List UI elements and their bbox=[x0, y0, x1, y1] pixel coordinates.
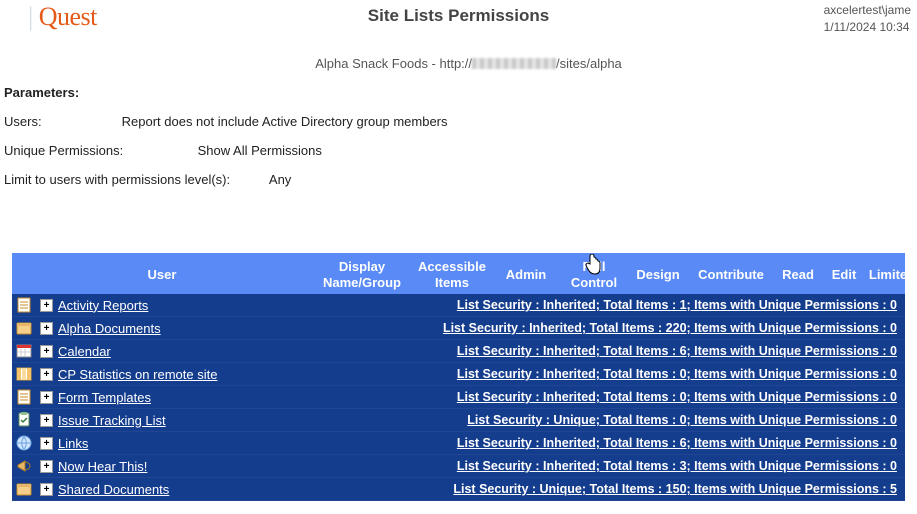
calendar-icon bbox=[16, 343, 32, 359]
col-read[interactable]: Read bbox=[774, 267, 822, 283]
table-row: + CP Statistics on remote site List Securi… bbox=[12, 363, 905, 386]
list-name-cell: Activity Reports bbox=[58, 298, 316, 313]
table-row: + Now Hear This! List Security : Inherited… bbox=[12, 455, 905, 478]
col-design[interactable]: Design bbox=[628, 267, 688, 283]
list-name-cell: Calendar bbox=[58, 344, 316, 359]
user-name: axcelertest\jame bbox=[824, 2, 911, 19]
table-row: + Shared Documents List Security : Unique;… bbox=[12, 478, 905, 501]
list-name-link[interactable]: Issue Tracking List bbox=[58, 413, 166, 428]
list-security-summary[interactable]: List Security : Inherited; Total Items :… bbox=[316, 436, 901, 450]
list-name-cell: Links bbox=[58, 436, 316, 451]
user-info: axcelertest\jame 1/11/2024 10:34 bbox=[824, 2, 911, 36]
expand-toggle[interactable]: + bbox=[40, 299, 53, 312]
list-security-summary[interactable]: List Security : Unique; Total Items : 15… bbox=[316, 482, 901, 496]
table-row: + Activity Reports List Security : Inherit… bbox=[12, 294, 905, 317]
list-name-link[interactable]: Calendar bbox=[58, 344, 111, 359]
list-security-summary[interactable]: List Security : Inherited; Total Items :… bbox=[316, 459, 901, 473]
table-row: + Form Templates List Security : Inherited… bbox=[12, 386, 905, 409]
expand-toggle[interactable]: + bbox=[40, 368, 53, 381]
report-list-icon bbox=[16, 389, 32, 405]
list-name-link[interactable]: Form Templates bbox=[58, 390, 151, 405]
list-name-cell: CP Statistics on remote site bbox=[58, 367, 316, 382]
param-limit-label: Limit to users with permissions level(s)… bbox=[4, 172, 266, 187]
list-name-link[interactable]: CP Statistics on remote site bbox=[58, 367, 217, 382]
col-full-control[interactable]: Full Control bbox=[560, 259, 628, 290]
table-header-row: User Display Name/Group Accessible Items… bbox=[12, 253, 905, 294]
list-name-cell: Issue Tracking List bbox=[58, 413, 316, 428]
param-unique-perm-label: Unique Permissions: bbox=[4, 143, 194, 158]
parameters-heading: Parameters: bbox=[4, 85, 913, 100]
list-name-link[interactable]: Activity Reports bbox=[58, 298, 148, 313]
columns-icon bbox=[16, 366, 32, 382]
redacted-host bbox=[472, 58, 556, 69]
expand-toggle[interactable]: + bbox=[40, 322, 53, 335]
param-users-value: Report does not include Active Directory… bbox=[122, 114, 448, 129]
permissions-table: User Display Name/Group Accessible Items… bbox=[12, 253, 905, 501]
param-unique-perm-value: Show All Permissions bbox=[198, 143, 322, 158]
param-users-label: Users: bbox=[4, 114, 118, 129]
col-admin[interactable]: Admin bbox=[492, 267, 560, 283]
expand-toggle[interactable]: + bbox=[40, 414, 53, 427]
table-row: + Links List Security : Inherited; Total I… bbox=[12, 432, 905, 455]
col-display-name[interactable]: Display Name/Group bbox=[312, 259, 412, 290]
col-contribute[interactable]: Contribute bbox=[688, 267, 774, 283]
col-user[interactable]: User bbox=[12, 267, 312, 283]
expand-toggle[interactable]: + bbox=[40, 437, 53, 450]
table-row: + Calendar List Security : Inherited; Tota… bbox=[12, 340, 905, 363]
parameters-block: Parameters: Users: Report does not inclu… bbox=[0, 71, 917, 225]
list-security-summary[interactable]: List Security : Inherited; Total Items :… bbox=[316, 298, 901, 312]
page-title: Site Lists Permissions bbox=[0, 6, 917, 26]
param-limit-value: Any bbox=[269, 172, 291, 187]
list-name-link[interactable]: Now Hear This! bbox=[58, 459, 147, 474]
table-row: + Alpha Documents List Security : Inherite… bbox=[12, 317, 905, 340]
list-security-summary[interactable]: List Security : Inherited; Total Items :… bbox=[316, 344, 901, 358]
issue-icon bbox=[16, 412, 32, 428]
list-name-link[interactable]: Links bbox=[58, 436, 88, 451]
list-security-summary[interactable]: List Security : Inherited; Total Items :… bbox=[316, 390, 901, 404]
doclib-icon bbox=[16, 481, 32, 497]
list-name-cell: Now Hear This! bbox=[58, 459, 316, 474]
col-accessible-items[interactable]: Accessible Items bbox=[412, 259, 492, 290]
site-url: Alpha Snack Foods - http:///sites/alpha bbox=[28, 56, 909, 71]
list-security-summary[interactable]: List Security : Unique; Total Items : 0;… bbox=[316, 413, 901, 427]
list-name-link[interactable]: Alpha Documents bbox=[58, 321, 161, 336]
announce-icon bbox=[16, 458, 32, 474]
expand-toggle[interactable]: + bbox=[40, 483, 53, 496]
list-name-cell: Alpha Documents bbox=[58, 321, 316, 336]
doclib-icon bbox=[16, 320, 32, 336]
col-limited[interactable]: Limited bbox=[866, 267, 917, 283]
col-edit[interactable]: Edit bbox=[822, 267, 866, 283]
link-icon bbox=[16, 435, 32, 451]
table-row: + Issue Tracking List List Security : Uniq… bbox=[12, 409, 905, 432]
expand-toggle[interactable]: + bbox=[40, 345, 53, 358]
list-security-summary[interactable]: List Security : Inherited; Total Items :… bbox=[316, 321, 901, 335]
list-name-cell: Form Templates bbox=[58, 390, 316, 405]
timestamp: 1/11/2024 10:34 bbox=[824, 19, 911, 36]
list-security-summary[interactable]: List Security : Inherited; Total Items :… bbox=[316, 367, 901, 381]
expand-toggle[interactable]: + bbox=[40, 391, 53, 404]
report-list-icon bbox=[16, 297, 32, 313]
expand-toggle[interactable]: + bbox=[40, 460, 53, 473]
list-name-link[interactable]: Shared Documents bbox=[58, 482, 169, 497]
list-name-cell: Shared Documents bbox=[58, 482, 316, 497]
